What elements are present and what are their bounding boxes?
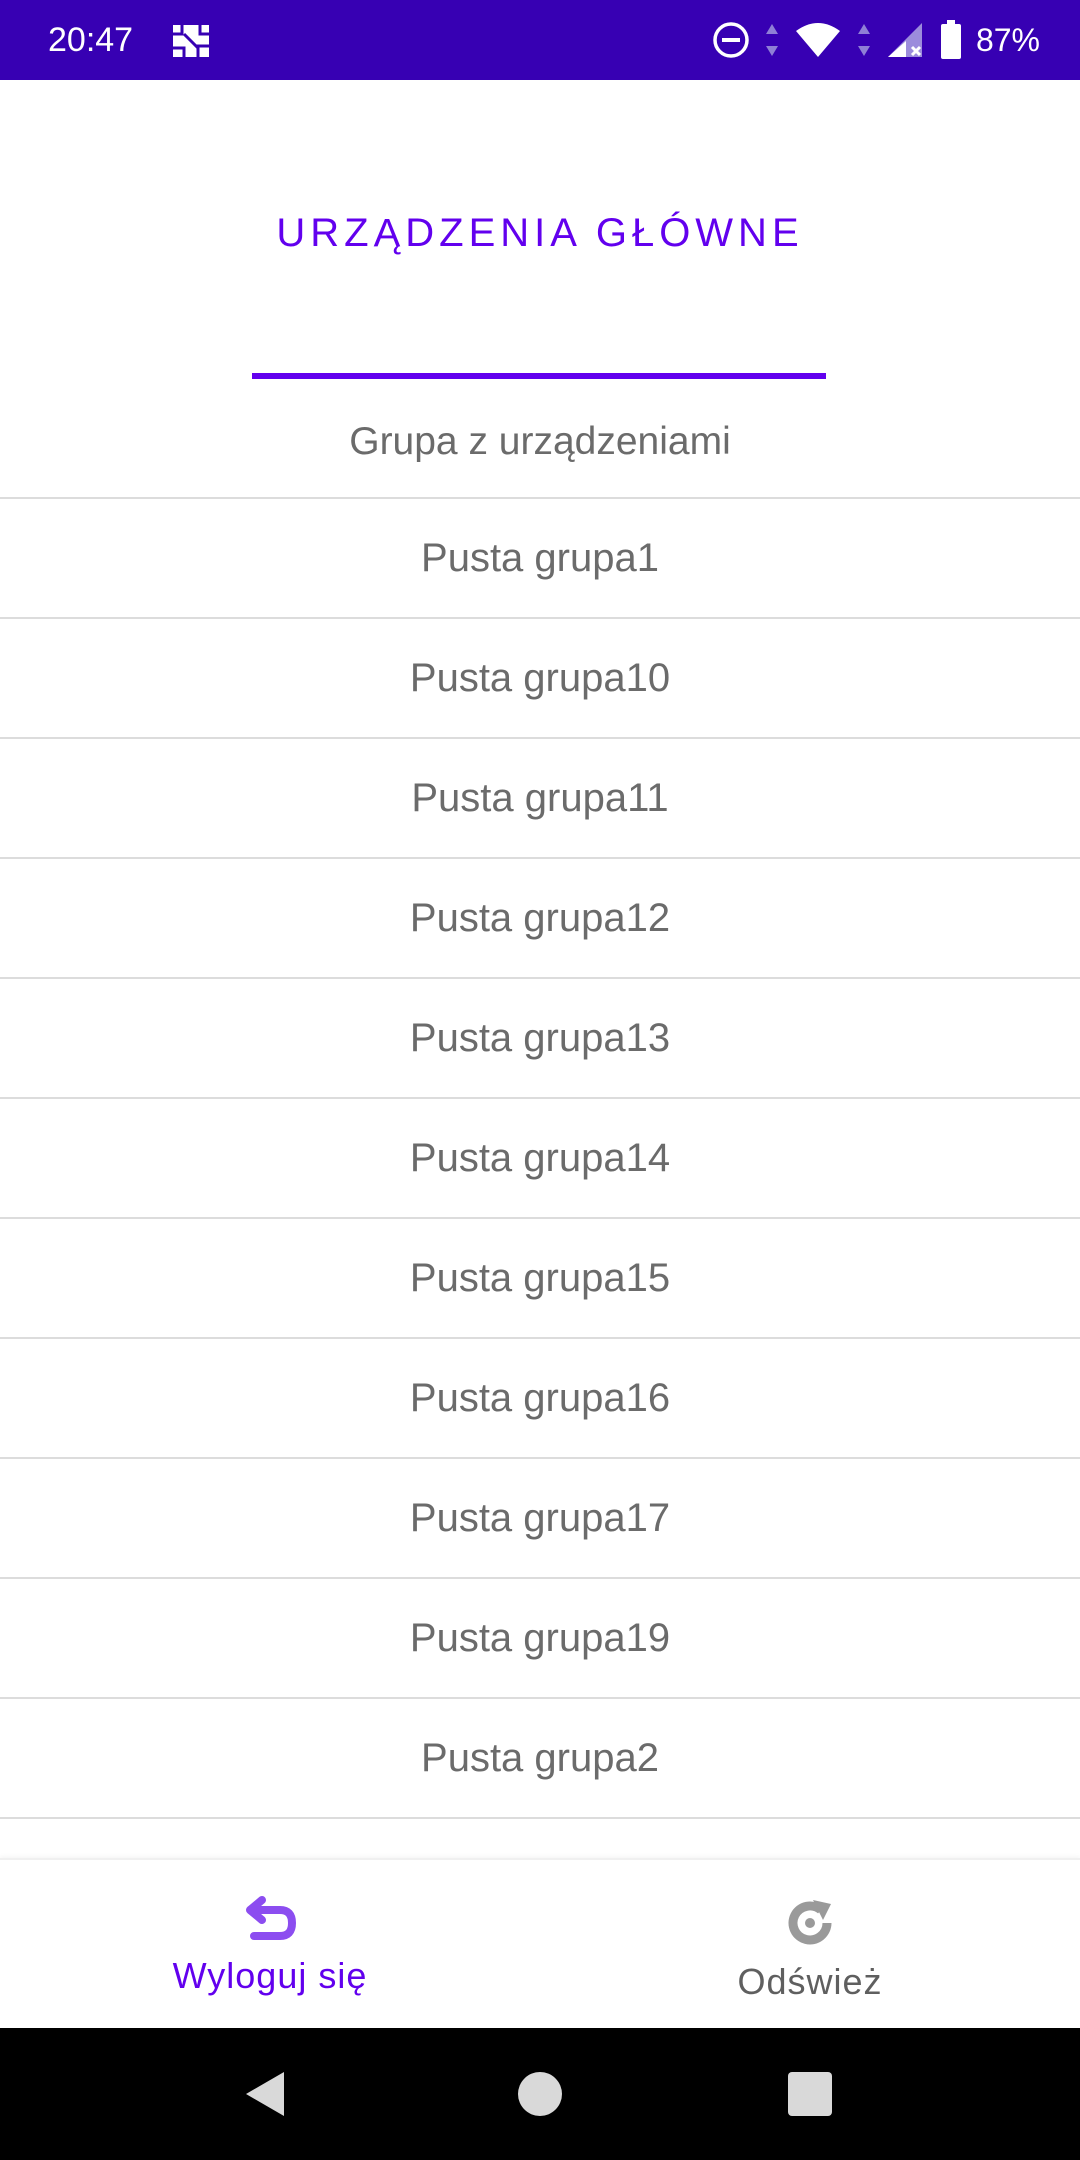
back-icon[interactable]	[240, 2068, 292, 2120]
list-item[interactable]: Pusta grupa12	[0, 857, 1080, 977]
page-title[interactable]: URZĄDZENIA GŁÓWNE	[0, 205, 1080, 261]
tab-indicator	[252, 373, 826, 379]
group-list[interactable]: Pusta grupa1 Pusta grupa10 Pusta grupa11…	[0, 497, 1080, 1857]
data-activity-icon	[765, 24, 778, 56]
logout-button[interactable]: Wyloguj się	[0, 1860, 540, 2030]
list-item[interactable]: Pusta grupa2	[0, 1697, 1080, 1817]
status-icons: 87%	[712, 16, 1040, 64]
logout-label: Wyloguj się	[172, 1955, 368, 1996]
refresh-label: Odśwież	[737, 1961, 883, 2002]
list-item[interactable]: Pusta grupa11	[0, 737, 1080, 857]
refresh-button[interactable]: Odśwież	[540, 1860, 1080, 2030]
app-notification-icon	[173, 25, 209, 57]
battery-icon	[940, 20, 961, 59]
list-item[interactable]: Pusta grupa17	[0, 1457, 1080, 1577]
signal-icon	[887, 23, 922, 57]
list-item[interactable]: Pusta grupa19	[0, 1577, 1080, 1697]
list-item[interactable]	[0, 1817, 1080, 1857]
do-not-disturb-icon	[713, 22, 749, 58]
list-item[interactable]: Pusta grupa10	[0, 617, 1080, 737]
wifi-activity-icon	[857, 24, 870, 56]
list-item[interactable]: Pusta grupa15	[0, 1217, 1080, 1337]
recents-icon[interactable]	[784, 2068, 836, 2120]
status-bar: 20:47 87%	[0, 0, 1080, 80]
bottom-navigation: Wyloguj się Odśwież	[0, 1858, 1080, 2030]
list-item[interactable]: Pusta grupa1	[0, 497, 1080, 617]
home-icon[interactable]	[514, 2068, 566, 2120]
list-item[interactable]: Pusta grupa16	[0, 1337, 1080, 1457]
list-item[interactable]: Pusta grupa13	[0, 977, 1080, 1097]
battery-percent: 87%	[975, 22, 1040, 58]
refresh-icon	[788, 1900, 832, 1945]
undo-arrow-icon	[246, 1896, 296, 1940]
group-header: Grupa z urządzeniami	[349, 420, 731, 463]
wifi-icon	[795, 23, 840, 57]
system-navigation-bar	[0, 2028, 1080, 2160]
status-time: 20:47	[48, 21, 134, 59]
list-item[interactable]: Pusta grupa14	[0, 1097, 1080, 1217]
